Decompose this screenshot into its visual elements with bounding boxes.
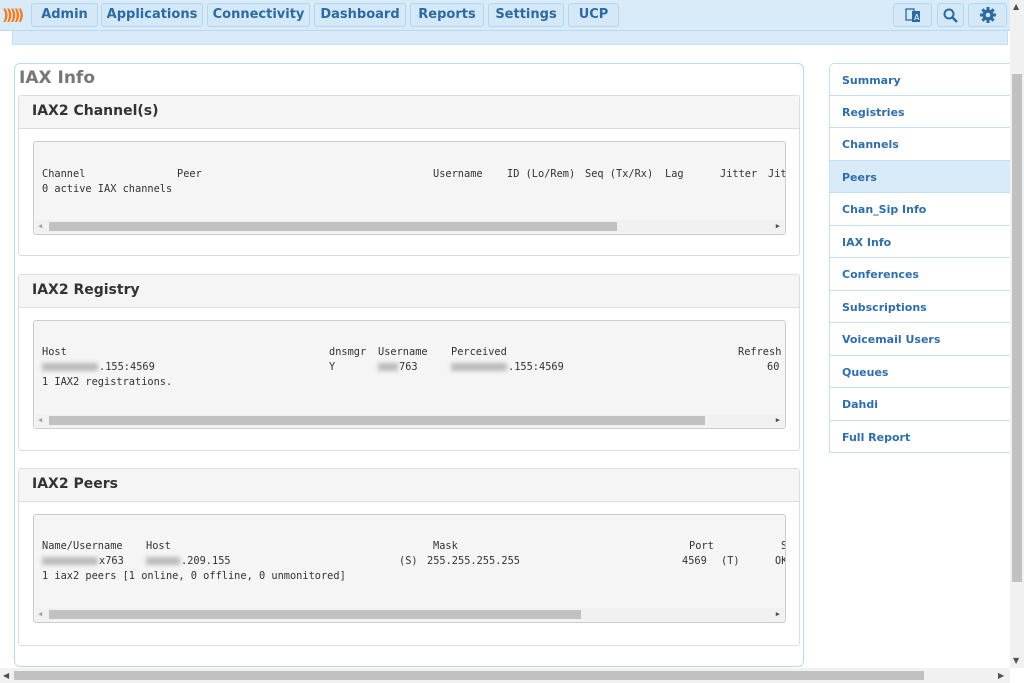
- col-host: Host: [146, 540, 171, 552]
- section-title: IAX2 Channel(s): [19, 96, 799, 129]
- peers-section: IAX2 Peers Name/Username Host Mask Port …: [18, 468, 800, 646]
- registry-host: .155:4569: [42, 361, 155, 373]
- peer-status: OK: [775, 555, 785, 567]
- iax-info-panel: IAX Info IAX2 Channel(s) Channel Peer Us…: [14, 63, 804, 667]
- horizontal-scrollbar[interactable]: ◀ ▶: [35, 608, 784, 621]
- peer-mask: 255.255.255.255: [427, 555, 520, 567]
- page-title: IAX Info: [19, 68, 96, 88]
- peers-header-row: Name/Username Host Mask Port S: [42, 540, 785, 554]
- registry-header-row: Host dnsmgr Username Perceived Refresh: [42, 346, 785, 360]
- col-jit: Jit: [768, 168, 786, 180]
- scroll-up-icon[interactable]: ▲: [1013, 2, 1019, 11]
- col-jitter: Jitter: [720, 168, 758, 180]
- peers-summary: 1 iax2 peers [1 online, 0 offline, 0 unm…: [42, 570, 346, 582]
- search-button[interactable]: [937, 3, 964, 27]
- col-peer: Peer: [177, 168, 202, 180]
- col-refresh: Refresh: [738, 346, 782, 358]
- col-host: Host: [42, 346, 67, 358]
- registry-summary: 1 IAX2 registrations.: [42, 376, 173, 388]
- sidebar: Summary Registries Channels Peers Chan_S…: [829, 63, 1010, 453]
- col-name: Name/Username: [42, 540, 123, 552]
- peer-trunk: (T): [721, 555, 740, 567]
- sidebar-item-dahdi[interactable]: Dahdi: [829, 388, 1010, 421]
- scroll-right-icon[interactable]: ▶: [998, 671, 1004, 680]
- sidebar-item-queues[interactable]: Queues: [829, 355, 1010, 388]
- page-horizontal-scrollbar[interactable]: ◀ ▶: [0, 668, 1010, 683]
- scroll-down-icon[interactable]: ▼: [1013, 656, 1019, 665]
- col-lag: Lag: [665, 168, 684, 180]
- sidebar-item-summary[interactable]: Summary: [829, 63, 1010, 96]
- top-nav-bar: ))))) Admin Applications Connectivity Da…: [0, 0, 1010, 31]
- peer-host: .209.155: [146, 555, 231, 567]
- col-mask: Mask: [433, 540, 458, 552]
- registry-username: 763: [378, 361, 418, 373]
- peer-name: x763: [42, 555, 124, 567]
- channels-output: Channel Peer Username ID (Lo/Rem) Seq (T…: [33, 141, 786, 235]
- scroll-thumb[interactable]: [14, 671, 924, 680]
- section-title: IAX2 Peers: [19, 469, 799, 502]
- nav-admin[interactable]: Admin: [31, 3, 98, 27]
- col-port: Port: [689, 540, 714, 552]
- sidebar-item-full-report[interactable]: Full Report: [829, 420, 1010, 453]
- sidebar-item-subscriptions[interactable]: Subscriptions: [829, 290, 1010, 323]
- nav-connectivity[interactable]: Connectivity: [207, 3, 310, 27]
- sidebar-item-channels[interactable]: Channels: [829, 128, 1010, 161]
- channels-section: IAX2 Channel(s) Channel Peer Username ID…: [18, 95, 800, 256]
- nav-settings[interactable]: Settings: [488, 3, 564, 27]
- col-seq: Seq (Tx/Rx): [585, 168, 654, 180]
- scroll-left-icon[interactable]: ◀: [3, 671, 9, 680]
- vertical-scrollbar[interactable]: ▲ ▼: [1010, 0, 1024, 668]
- col-username: Username: [378, 346, 428, 358]
- col-status: S: [781, 540, 785, 552]
- registry-output: Host dnsmgr Username Perceived Refresh .…: [33, 320, 786, 429]
- registry-section: IAX2 Registry Host dnsmgr Username Perce…: [18, 274, 800, 451]
- language-button[interactable]: A: [893, 3, 932, 27]
- settings-button[interactable]: [968, 3, 1007, 27]
- nav-reports[interactable]: Reports: [410, 3, 484, 27]
- horizontal-scrollbar[interactable]: ◀ ▶: [35, 220, 784, 233]
- registry-dnsmgr: Y: [329, 361, 336, 373]
- sidebar-item-peers[interactable]: Peers: [829, 160, 1010, 193]
- sidebar-item-conferences[interactable]: Conferences: [829, 258, 1010, 291]
- col-dnsmgr: dnsmgr: [329, 346, 367, 358]
- registry-refresh: 60: [767, 361, 780, 373]
- nav-dashboard[interactable]: Dashboard: [314, 3, 406, 27]
- registry-perceived: .155:4569: [451, 361, 564, 373]
- svg-text:A: A: [914, 13, 920, 22]
- registry-row: .155:4569 Y 763 .155:4569 60: [42, 361, 785, 375]
- col-username: Username: [433, 168, 483, 180]
- channels-header-row: Channel Peer Username ID (Lo/Rem) Seq (T…: [42, 168, 786, 182]
- freepbx-logo[interactable]: ))))): [2, 6, 28, 24]
- col-perceived: Perceived: [451, 346, 507, 358]
- peer-dynamic: (S): [399, 555, 418, 567]
- scroll-thumb[interactable]: [1012, 74, 1022, 582]
- gear-icon: [979, 7, 996, 23]
- nav-ucp[interactable]: UCP: [568, 3, 619, 27]
- nav-applications[interactable]: Applications: [101, 3, 203, 27]
- language-icon: A: [904, 8, 920, 22]
- section-title: IAX2 Registry: [19, 275, 799, 308]
- sidebar-item-chan-sip-info[interactable]: Chan_Sip Info: [829, 193, 1010, 226]
- search-icon: [943, 8, 958, 23]
- nav-subband: [12, 31, 1008, 45]
- horizontal-scrollbar[interactable]: ◀ ▶: [35, 414, 784, 427]
- peer-port: 4569: [682, 555, 707, 567]
- channels-summary: 0 active IAX channels: [42, 183, 173, 195]
- col-id: ID (Lo/Rem): [507, 168, 576, 180]
- sidebar-item-iax-info[interactable]: IAX Info: [829, 225, 1010, 258]
- peers-row: x763 .209.155 (S) 255.255.255.255 4569 (…: [42, 555, 785, 569]
- peers-output: Name/Username Host Mask Port S x763 .209…: [33, 514, 786, 623]
- sidebar-item-voicemail-users[interactable]: Voicemail Users: [829, 323, 1010, 356]
- sidebar-item-registries[interactable]: Registries: [829, 95, 1010, 128]
- col-channel: Channel: [42, 168, 86, 180]
